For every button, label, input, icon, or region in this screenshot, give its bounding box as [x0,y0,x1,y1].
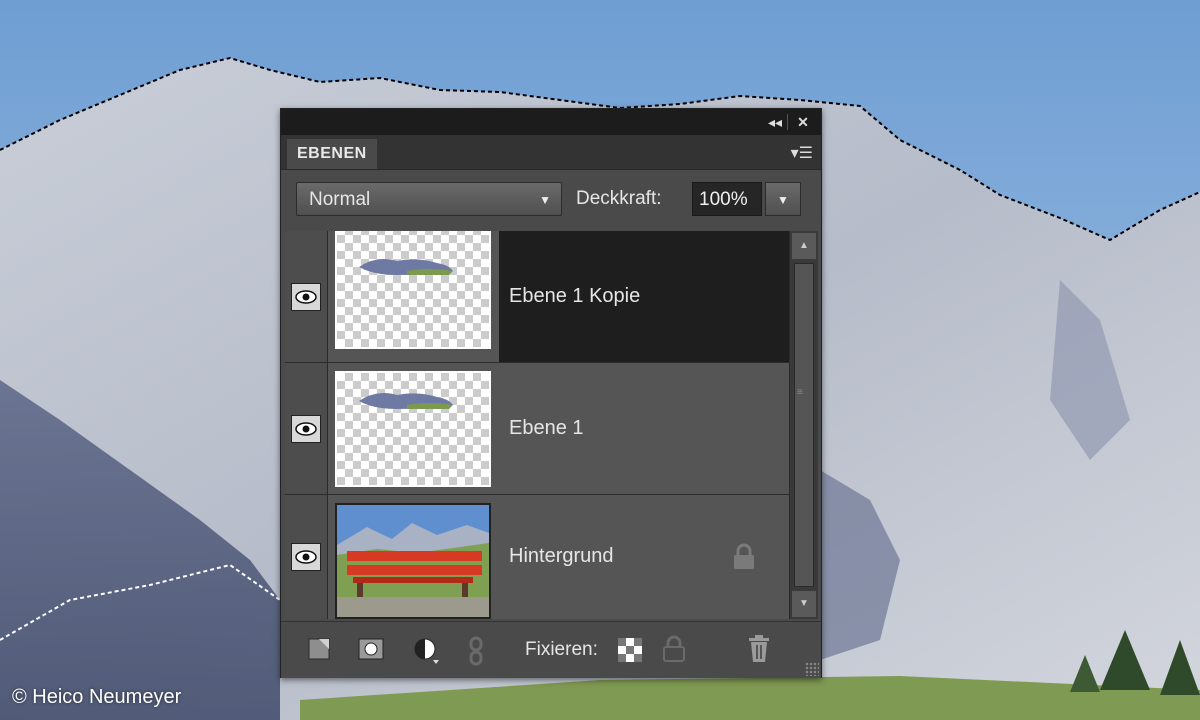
layer-name: Hintergrund [509,545,614,567]
trash-icon[interactable] [747,634,771,669]
lock-all-icon[interactable] [661,634,687,669]
layer-options-row: Normal ▼ Deckkraft: 100% ▼ [281,170,821,230]
layer-name-area[interactable]: Ebene 1 Kopie [499,231,789,362]
layers-panel: ◂◂ ✕ EBENEN ▾☰ Normal ▼ Deckkraft: 100% … [280,108,822,678]
layer-list: Ebene 1 Kopie Ebene 1 Hintergrund [285,231,789,619]
adjustment-layer-icon[interactable] [411,636,441,671]
panel-tabs: EBENEN ▾☰ [281,135,821,170]
visibility-cell [285,363,328,494]
scroll-up-icon[interactable]: ▲ [792,233,816,259]
close-icon[interactable]: ✕ [793,112,813,132]
scroll-thumb[interactable] [794,263,814,587]
panel-bottom-toolbar: Fixieren: [281,621,821,678]
layer-mask-icon[interactable] [357,636,385,667]
eye-icon[interactable] [291,414,321,443]
double-arrow-left-icon[interactable]: ◂◂ [765,112,785,132]
layer-row[interactable]: Ebene 1 Kopie [285,231,789,363]
titlebar-divider [787,114,788,130]
lock-transparent-pixels-icon[interactable] [618,638,642,667]
opacity-label: Deckkraft: [576,188,662,209]
layer-name: Ebene 1 Kopie [509,284,641,307]
visibility-cell [285,231,328,362]
layer-row[interactable]: Ebene 1 [285,363,789,495]
layer-thumbnail [335,371,491,487]
layer-list-scrollbar[interactable]: ▲ ≡ ▼ [789,231,818,619]
visibility-cell [285,495,328,619]
blend-mode-select[interactable]: Normal ▼ [296,182,562,216]
layer-thumbnail [335,503,491,619]
lock-icon[interactable] [731,543,757,576]
opacity-dropdown-button[interactable]: ▼ [765,182,801,216]
eye-icon[interactable] [291,282,321,311]
opacity-input[interactable]: 100% [692,182,762,216]
resize-grip-icon[interactable] [805,662,819,676]
layer-name-area[interactable]: Hintergrund [499,495,789,619]
photo-credit: © Heico Neumeyer [12,686,182,708]
chevron-down-icon: ▼ [539,193,551,207]
eye-icon[interactable] [291,543,321,571]
layer-name-area[interactable]: Ebene 1 [499,363,789,494]
layer-thumbnail [335,231,491,349]
link-icon[interactable] [467,636,485,671]
scroll-down-icon[interactable]: ▼ [792,591,816,617]
tab-ebenen[interactable]: EBENEN [287,139,377,169]
grip-icon: ≡ [797,387,803,398]
blend-mode-value: Normal [309,189,371,210]
panel-menu-icon[interactable]: ▾☰ [791,143,813,163]
new-layer-icon[interactable] [307,636,333,667]
layer-name: Ebene 1 [509,416,584,439]
lock-options-label: Fixieren: [525,639,598,660]
layer-row[interactable]: Hintergrund [285,495,789,619]
panel-titlebar[interactable]: ◂◂ ✕ [281,109,821,135]
